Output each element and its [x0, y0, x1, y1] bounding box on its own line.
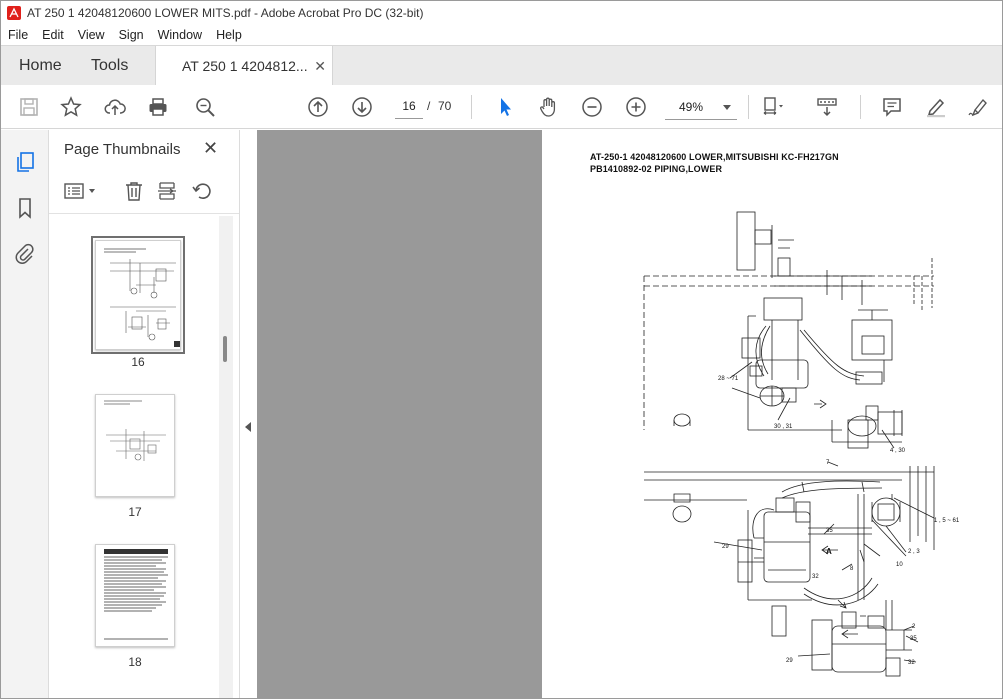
- thumbnail-page-label: 16: [131, 355, 145, 369]
- thumbnail-toolbar: [49, 168, 239, 214]
- thumbnail-scrollbar[interactable]: [219, 216, 233, 698]
- callout-label: 32: [908, 660, 915, 666]
- comment-icon[interactable]: [878, 93, 906, 121]
- callout-label: 2: [912, 624, 916, 630]
- callout-label: 29: [722, 544, 729, 550]
- collapse-panel-handle[interactable]: [239, 130, 257, 698]
- callout-label: 35: [826, 528, 833, 534]
- page-fit-icon[interactable]: [759, 93, 787, 121]
- page-total: 70: [438, 99, 452, 113]
- main-toolbar: 16 / 70 49%: [1, 85, 1002, 129]
- thumbnail-image: [104, 549, 168, 640]
- zoom-out-icon[interactable]: [578, 93, 606, 121]
- callout-label: 7: [826, 460, 830, 466]
- callout-label: 10: [896, 562, 903, 568]
- menu-file[interactable]: File: [1, 28, 35, 42]
- thumbnail-page-label: 18: [128, 655, 142, 669]
- callout-label: 2 , 3: [908, 549, 920, 555]
- callout-label: 28 ~ 71: [718, 376, 739, 382]
- attachment-paperclip-icon[interactable]: [13, 242, 37, 266]
- acrobat-logo-icon: [7, 6, 21, 20]
- collapse-arrow-icon: [245, 422, 251, 432]
- close-panel-icon[interactable]: ✕: [203, 138, 218, 159]
- toolbar-divider: [748, 95, 749, 119]
- tab-document[interactable]: AT 250 1 4204812... ✕: [155, 46, 333, 86]
- page-number-input[interactable]: 16: [395, 93, 423, 119]
- piping-diagram: 28 ~ 71 30 , 31 4 , 30 7 1 , 5 ~ 61 35 2…: [643, 211, 960, 677]
- menu-sign[interactable]: Sign: [112, 28, 151, 42]
- sign-pen-icon[interactable]: [964, 93, 992, 121]
- thumbnail-page-label: 17: [128, 505, 142, 519]
- zoom-in-icon[interactable]: [622, 93, 650, 121]
- menu-edit[interactable]: Edit: [35, 28, 71, 42]
- menu-window[interactable]: Window: [151, 28, 209, 42]
- next-page-icon[interactable]: [348, 93, 376, 121]
- thumbnail-image: [104, 248, 180, 347]
- page-thumbnails-icon[interactable]: [13, 150, 37, 174]
- callout-label: 35: [910, 636, 917, 642]
- navigation-rail: [1, 130, 49, 698]
- print-icon[interactable]: [144, 93, 172, 121]
- bookmark-icon[interactable]: [13, 196, 37, 220]
- toolbar-divider: [860, 95, 861, 119]
- zoom-search-icon[interactable]: [191, 93, 219, 121]
- chevron-down-icon: [723, 105, 731, 110]
- callout-label: 8: [850, 566, 854, 572]
- upload-cloud-icon[interactable]: [101, 93, 129, 121]
- thumbnail-image: [104, 400, 166, 461]
- menu-view[interactable]: View: [71, 28, 112, 42]
- page-thumbnails-panel: Page Thumbnails ✕ 16 17 18: [49, 130, 239, 698]
- zoom-level-value: 49%: [679, 100, 704, 114]
- thumbnail-page-17[interactable]: 17: [95, 394, 175, 519]
- tab-document-label: AT 250 1 4204812...: [182, 58, 308, 74]
- extract-page-icon[interactable]: [156, 180, 178, 202]
- highlight-pen-icon[interactable]: [922, 93, 950, 121]
- callout-label: 30 , 31: [774, 424, 793, 430]
- callout-label: 32: [812, 574, 819, 580]
- callout-label: A: [826, 547, 832, 556]
- menu-bar: File Edit View Sign Window Help: [1, 25, 1002, 45]
- tab-home[interactable]: Home: [19, 46, 62, 86]
- save-icon[interactable]: [15, 93, 43, 121]
- title-bar: AT 250 1 42048120600 LOWER MITS.pdf - Ad…: [1, 1, 1002, 25]
- hand-tool-icon[interactable]: [534, 93, 562, 121]
- toolbar-divider: [471, 95, 472, 119]
- callout-label: 4 , 30: [890, 448, 906, 454]
- callout-label: 1 , 5 ~ 61: [934, 518, 960, 524]
- scrollbar-thumb[interactable]: [223, 336, 227, 362]
- thumbnail-list[interactable]: 16 17 18: [49, 216, 219, 698]
- pdf-page: AT-250-1 42048120600 LOWER,MITSUBISHI KC…: [542, 130, 1002, 698]
- thumbnail-page-16[interactable]: 16: [91, 236, 185, 369]
- tab-bar: Home Tools AT 250 1 4204812... ✕: [1, 45, 1002, 86]
- acrobat-window: AT 250 1 42048120600 LOWER MITS.pdf - Ad…: [0, 0, 1003, 699]
- close-tab-icon[interactable]: ✕: [314, 58, 326, 75]
- star-icon[interactable]: [57, 93, 85, 121]
- thumbnail-page-18[interactable]: 18: [95, 544, 175, 669]
- panel-title: Page Thumbnails: [64, 141, 181, 158]
- scroll-mode-icon[interactable]: [813, 93, 841, 121]
- previous-page-icon[interactable]: [304, 93, 332, 121]
- delete-page-icon[interactable]: [123, 180, 145, 202]
- select-cursor-icon[interactable]: [491, 93, 519, 121]
- callout-label: 29: [786, 658, 793, 664]
- window-title: AT 250 1 42048120600 LOWER MITS.pdf - Ad…: [27, 6, 424, 20]
- menu-help[interactable]: Help: [209, 28, 249, 42]
- page-separator: /: [427, 99, 431, 113]
- zoom-level-dropdown[interactable]: 49%: [665, 94, 737, 120]
- tab-tools[interactable]: Tools: [91, 46, 128, 86]
- thumbnail-options-icon[interactable]: [63, 180, 99, 202]
- rotate-page-icon[interactable]: [191, 180, 213, 202]
- document-viewport[interactable]: AT-250-1 42048120600 LOWER,MITSUBISHI KC…: [257, 130, 1002, 698]
